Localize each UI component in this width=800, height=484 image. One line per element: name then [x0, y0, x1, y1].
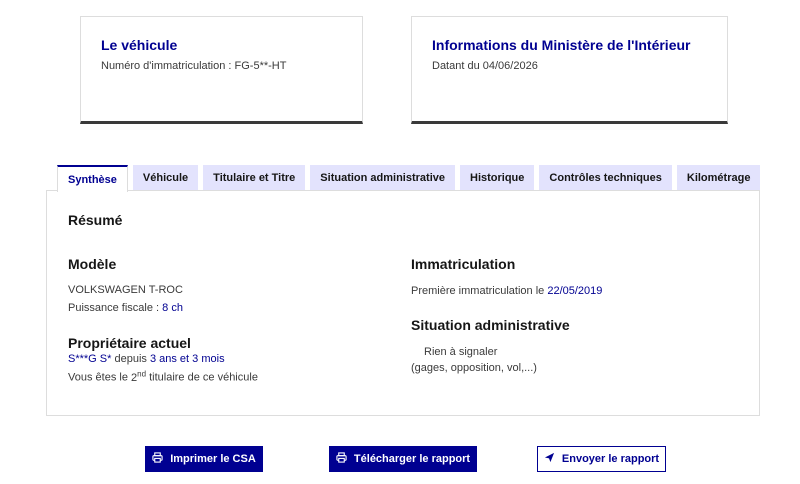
owner-heading: Propriétaire actuel [68, 335, 191, 351]
fiscal-power-value: 8 ch [162, 302, 183, 314]
ministry-date: Datant du 04/06/2026 [432, 60, 538, 72]
tab-historique[interactable]: Historique [460, 165, 535, 191]
first-registration: Première immatriculation le 22/05/2019 [411, 285, 602, 297]
download-report-button[interactable]: Télécharger le rapport [329, 446, 477, 472]
tab-synthese[interactable]: Synthèse [57, 165, 128, 192]
printer-icon [336, 452, 347, 466]
tab-titulaire-et-titre[interactable]: Titulaire et Titre [203, 165, 306, 191]
print-csa-button[interactable]: Imprimer le CSA [145, 446, 263, 472]
fiscal-power-label: Puissance fiscale : [68, 302, 160, 314]
download-report-label: Télécharger le rapport [353, 453, 471, 465]
plate-number: Numéro d'immatriculation : FG-5**-HT [101, 60, 287, 72]
admin-details: (gages, opposition, vol,...) [411, 362, 537, 374]
print-csa-label: Imprimer le CSA [170, 453, 256, 465]
admin-heading: Situation administrative [411, 317, 570, 333]
owner-rank-prefix: Vous êtes le [68, 371, 128, 384]
printer-icon [152, 452, 163, 466]
send-icon [544, 452, 555, 466]
owner-since-label: depuis [114, 353, 147, 365]
owner-since: S***G S* depuis 3 ans et 3 mois [68, 353, 225, 365]
owner-since-value: 3 ans et 3 mois [149, 353, 225, 365]
model-name: VOLKSWAGEN T-ROC [68, 284, 183, 296]
fiscal-power: Puissance fiscale : 8 ch [68, 302, 183, 314]
owner-rank-suffix: titulaire de ce véhicule [149, 371, 258, 384]
vehicle-card: Le véhicule Numéro d'immatriculation : F… [80, 16, 363, 124]
owner-rank: Vous êtes le 2nd titulaire de ce véhicul… [68, 369, 258, 384]
admin-status: Rien à signaler [424, 346, 498, 358]
summary-title: Résumé [68, 212, 123, 228]
send-report-button[interactable]: Envoyer le rapport [537, 446, 666, 472]
tab-kilometrage[interactable]: Kilométrage [676, 165, 761, 191]
send-report-label: Envoyer le rapport [561, 453, 660, 465]
tab-situation-administrative[interactable]: Situation administrative [310, 165, 455, 191]
ministry-card: Informations du Ministère de l'Intérieur… [411, 16, 728, 124]
owner-name: S***G S* [68, 353, 112, 365]
synthese-panel: Résumé Modèle VOLKSWAGEN T-ROC Puissance… [46, 190, 760, 416]
owner-rank-number: 2nd [131, 369, 147, 384]
registration-heading: Immatriculation [411, 256, 516, 272]
tab-controles-techniques[interactable]: Contrôles techniques [539, 165, 672, 191]
ministry-card-title: Informations du Ministère de l'Intérieur [432, 37, 691, 53]
first-registration-label: Première immatriculation le [411, 285, 545, 297]
tab-vehicule[interactable]: Véhicule [132, 165, 199, 191]
vehicle-card-title: Le véhicule [101, 37, 178, 53]
model-heading: Modèle [68, 256, 117, 272]
first-registration-date: 22/05/2019 [547, 285, 603, 297]
tab-bar: Synthèse Véhicule Titulaire et Titre Sit… [57, 165, 761, 192]
